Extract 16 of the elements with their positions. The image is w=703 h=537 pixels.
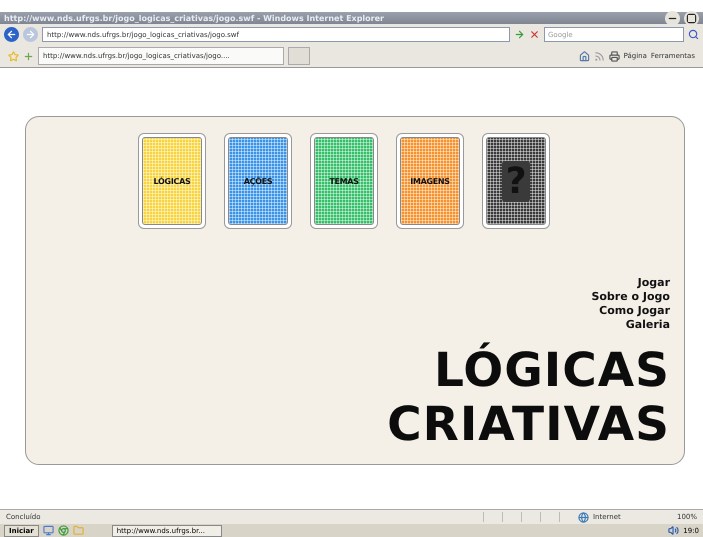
card[interactable]: IMAGENS	[396, 133, 464, 229]
card-label: TEMAS	[329, 176, 359, 186]
card[interactable]: TEMAS	[310, 133, 378, 229]
card[interactable]: LÓGICAS	[138, 133, 206, 229]
card[interactable]: AÇÕES	[224, 133, 292, 229]
window-title: http://www.nds.ufrgs.br/jogo_logicas_criativas/jogo.swf - Windows Internet Explorer	[4, 14, 385, 22]
game-title: CRIATIVAS	[387, 398, 670, 452]
card-label: LÓGICAS	[154, 176, 190, 186]
menu-link[interactable]: Sobre o Jogo	[591, 290, 670, 304]
menu-link[interactable]: Como Jogar	[599, 304, 670, 318]
card-label: ?	[502, 160, 530, 202]
card-label: IMAGENS	[410, 176, 450, 186]
card-label: AÇÕES	[244, 176, 272, 186]
menu-link[interactable]: Jogar	[638, 276, 670, 290]
menu-link[interactable]: Galeria	[626, 318, 670, 332]
game-title: LÓGICAS	[434, 344, 670, 398]
